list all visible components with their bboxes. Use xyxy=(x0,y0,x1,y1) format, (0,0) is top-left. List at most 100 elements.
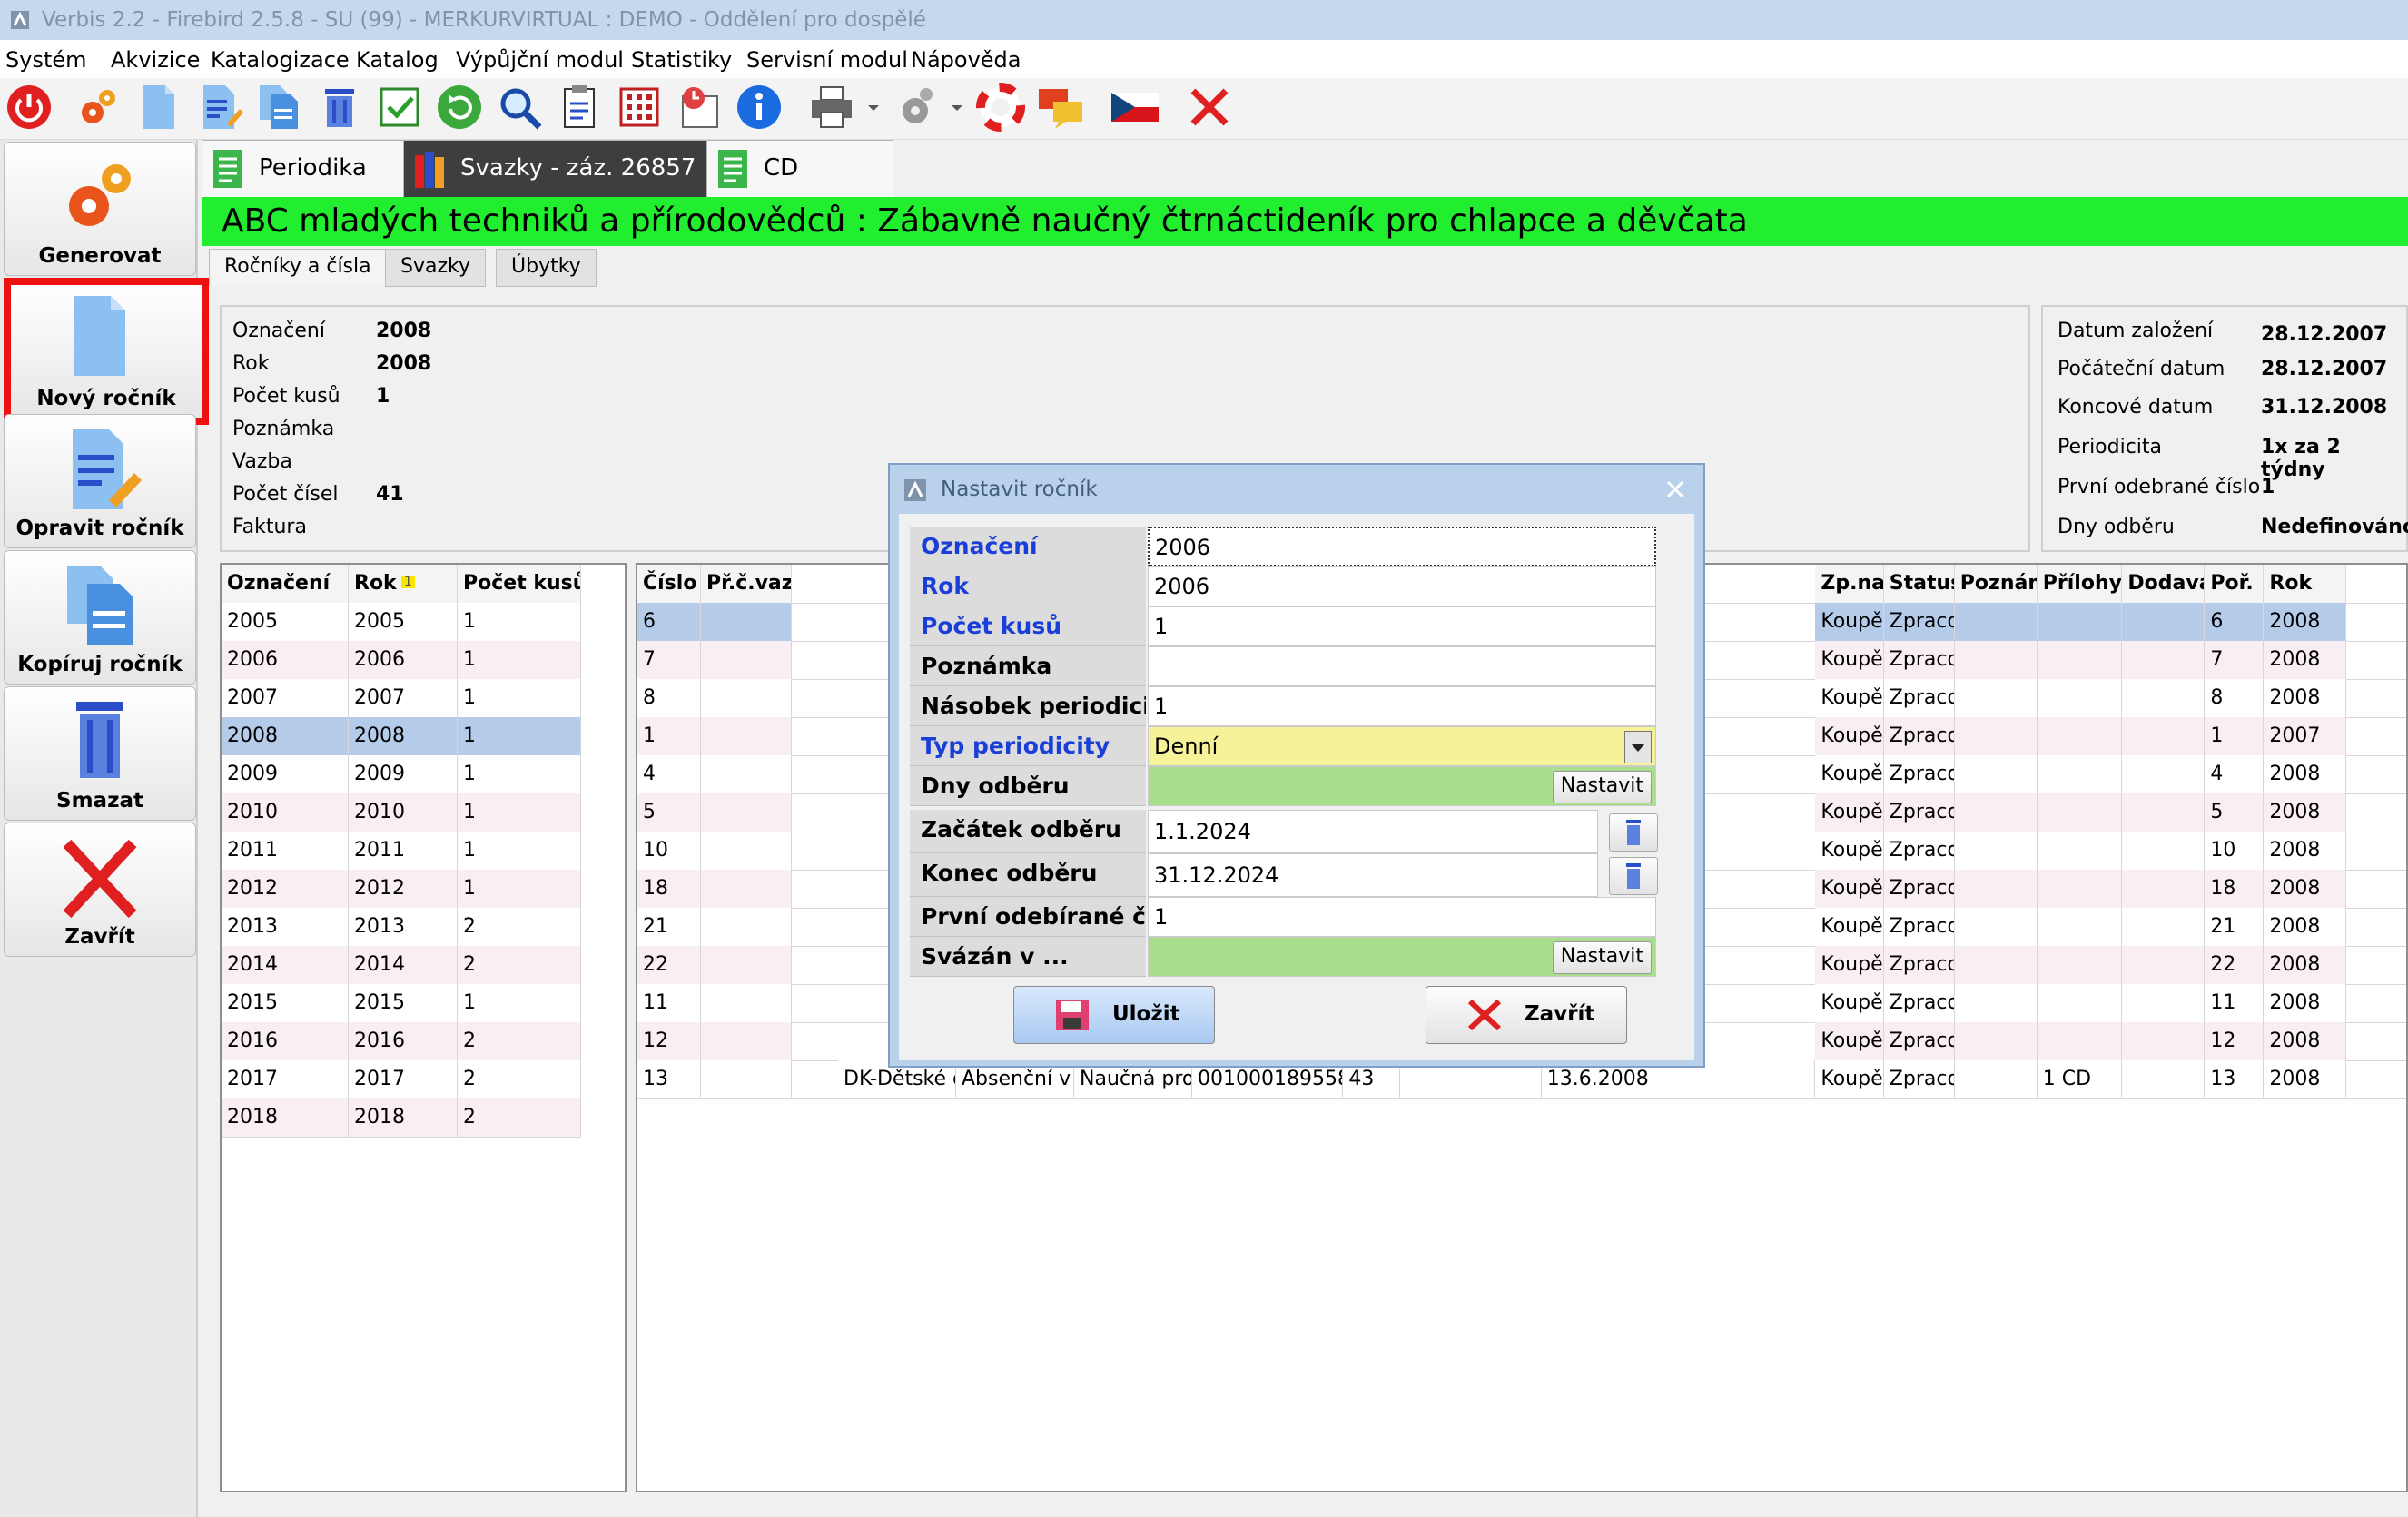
column-header[interactable]: Označení xyxy=(222,565,349,603)
field-input-rok[interactable]: 2006 xyxy=(1148,566,1656,606)
search-icon[interactable] xyxy=(494,82,545,133)
table-cell: 2010 xyxy=(222,793,349,832)
clear-date-trash-icon[interactable] xyxy=(1609,813,1658,852)
column-header[interactable]: Číslo xyxy=(637,565,701,603)
tab-cd[interactable]: CD xyxy=(706,140,893,198)
table-row[interactable]: 2014 2014 2 xyxy=(222,946,581,985)
close-button[interactable]: Zavřít xyxy=(4,823,196,957)
table-cell xyxy=(2037,946,2123,984)
info-value-oznaceni: 2008 xyxy=(376,320,432,342)
column-header[interactable]: Poznámka xyxy=(1954,565,2038,603)
field-input-zacatek-odberu[interactable]: 1.1.2024 xyxy=(1148,810,1598,853)
table-cell: 2015 xyxy=(222,984,349,1022)
field-input-pocet-kusu[interactable]: 1 xyxy=(1148,606,1656,646)
subtab-ubytky[interactable]: Úbytky xyxy=(496,249,597,287)
table-cell: 8 xyxy=(637,679,701,717)
dialog-close-button[interactable]: Zavřít xyxy=(1426,986,1627,1044)
calendar-grid-icon[interactable] xyxy=(614,82,665,133)
table-row[interactable]: 2008 2008 1 xyxy=(222,717,581,756)
print-dropdown-icon[interactable] xyxy=(864,82,883,133)
print-icon[interactable] xyxy=(806,82,857,133)
column-header[interactable]: Zp.nab. xyxy=(1815,565,1884,603)
table-row[interactable]: 2017 2017 2 xyxy=(222,1060,581,1099)
info-icon[interactable] xyxy=(734,82,785,133)
checkbox-icon[interactable] xyxy=(374,82,425,133)
field-input-oznaceni[interactable]: 2006 xyxy=(1148,527,1656,566)
nastavit-button[interactable]: Nastavit xyxy=(1552,941,1652,974)
tools-gear-icon[interactable] xyxy=(890,82,941,133)
table-cell: 2008 xyxy=(2264,946,2347,984)
menu-akvizice[interactable]: Akvizice xyxy=(111,47,200,73)
new-volume-button[interactable]: Nový ročník xyxy=(4,278,209,425)
power-icon[interactable] xyxy=(4,82,54,133)
table-cell: 2007 xyxy=(2264,717,2347,755)
table-row[interactable]: 2013 2013 2 xyxy=(222,908,581,947)
table-row[interactable]: 2009 2009 1 xyxy=(222,755,581,794)
subtab-rocniky-a-cisla[interactable]: Ročníky a čísla xyxy=(209,249,387,286)
column-header[interactable]: Rok xyxy=(2264,565,2347,603)
column-header[interactable]: Status xyxy=(1883,565,1955,603)
field-input-prvni-odebirane-cislo[interactable]: 1 xyxy=(1148,897,1656,937)
table-row[interactable]: 2018 2018 2 xyxy=(222,1098,581,1138)
czech-flag-icon[interactable] xyxy=(1110,82,1160,133)
title-banner: ABC mladých techniků a přírodovědců : Zá… xyxy=(202,197,2408,246)
table-row[interactable]: 2010 2010 1 xyxy=(222,793,581,832)
field-input-poznamka[interactable] xyxy=(1148,646,1656,686)
table-cell: 5 xyxy=(637,793,701,832)
column-header[interactable]: Dodavate xyxy=(2122,565,2206,603)
refresh-icon[interactable] xyxy=(434,82,485,133)
column-header[interactable]: Poř. xyxy=(2205,565,2265,603)
schedule-clock-icon[interactable] xyxy=(674,82,725,133)
table-row[interactable]: 2007 2007 1 xyxy=(222,679,581,718)
field-input-typ-periodicity[interactable]: Denní xyxy=(1148,726,1656,766)
menu-napoveda[interactable]: Nápověda xyxy=(911,47,1021,73)
dialog-close-icon[interactable] xyxy=(1665,479,1685,499)
menu-katalogizace[interactable]: Katalogizace xyxy=(211,47,350,73)
menu-katalog[interactable]: Katalog xyxy=(356,47,439,73)
table-row[interactable]: 2012 2012 1 xyxy=(222,870,581,909)
copy-document-icon[interactable] xyxy=(254,82,305,133)
menu-vypujcni-modul[interactable]: Výpůjční modul xyxy=(456,47,624,73)
table-cell: 1 xyxy=(458,755,581,793)
table-row[interactable]: 2006 2006 1 xyxy=(222,641,581,680)
field-input-dny-odberu[interactable]: Nastavit xyxy=(1148,766,1656,806)
subtab-svazky[interactable]: Svazky xyxy=(385,249,486,287)
field-input-nasobek-periodicity[interactable]: 1 xyxy=(1148,686,1656,726)
table-row[interactable]: 2015 2015 1 xyxy=(222,984,581,1023)
column-header[interactable]: Př.č.vazby xyxy=(701,565,792,603)
table-row[interactable]: 2016 2016 2 xyxy=(222,1022,581,1061)
nastavit-button[interactable]: Nastavit xyxy=(1552,771,1652,803)
edit-document-icon[interactable] xyxy=(194,82,245,133)
new-document-icon xyxy=(74,296,125,376)
menu-servisni-modul[interactable]: Servisní modul xyxy=(746,47,908,73)
table-row[interactable]: 2011 2011 1 xyxy=(222,832,581,871)
checklist-icon[interactable] xyxy=(554,82,605,133)
trash-icon[interactable] xyxy=(314,82,365,133)
generate-button[interactable]: Generovat xyxy=(4,142,196,276)
menu-bar: Systém Akvizice Katalogizace Katalog Výp… xyxy=(0,40,2408,78)
messages-icon[interactable] xyxy=(1035,82,1086,133)
settings-gears-icon[interactable] xyxy=(73,82,123,133)
field-input-konec-odberu[interactable]: 31.12.2024 xyxy=(1148,853,1598,897)
tools-dropdown-icon[interactable] xyxy=(948,82,966,133)
menu-system[interactable]: Systém xyxy=(5,47,87,73)
table-row[interactable]: 2005 2005 1 xyxy=(222,603,581,642)
field-input-svazan-v[interactable]: Nastavit xyxy=(1148,937,1656,977)
clear-date-trash-icon[interactable] xyxy=(1609,857,1658,895)
save-button[interactable]: Uložit xyxy=(1013,986,1215,1044)
close-x-icon[interactable] xyxy=(1184,82,1235,133)
column-header[interactable]: Počet kusů xyxy=(458,565,581,603)
info-label-pocatecni-datum: Počáteční datum xyxy=(2058,358,2225,380)
dropdown-arrow-icon[interactable] xyxy=(1624,731,1652,763)
table-cell xyxy=(2122,679,2206,717)
help-lifebuoy-icon[interactable] xyxy=(975,82,1026,133)
edit-volume-button[interactable]: Opravit ročník xyxy=(4,414,196,548)
new-document-icon[interactable] xyxy=(133,82,183,133)
table-cell: 2014 xyxy=(349,946,458,984)
table-cell: 2 xyxy=(458,1098,581,1137)
table-cell: 18 xyxy=(2205,870,2265,908)
column-header[interactable]: Přílohy xyxy=(2037,565,2123,603)
menu-statistiky[interactable]: Statistiky xyxy=(631,47,732,73)
delete-button[interactable]: Smazat xyxy=(4,686,196,821)
copy-volume-button[interactable]: Kopíruj ročník xyxy=(4,550,196,685)
